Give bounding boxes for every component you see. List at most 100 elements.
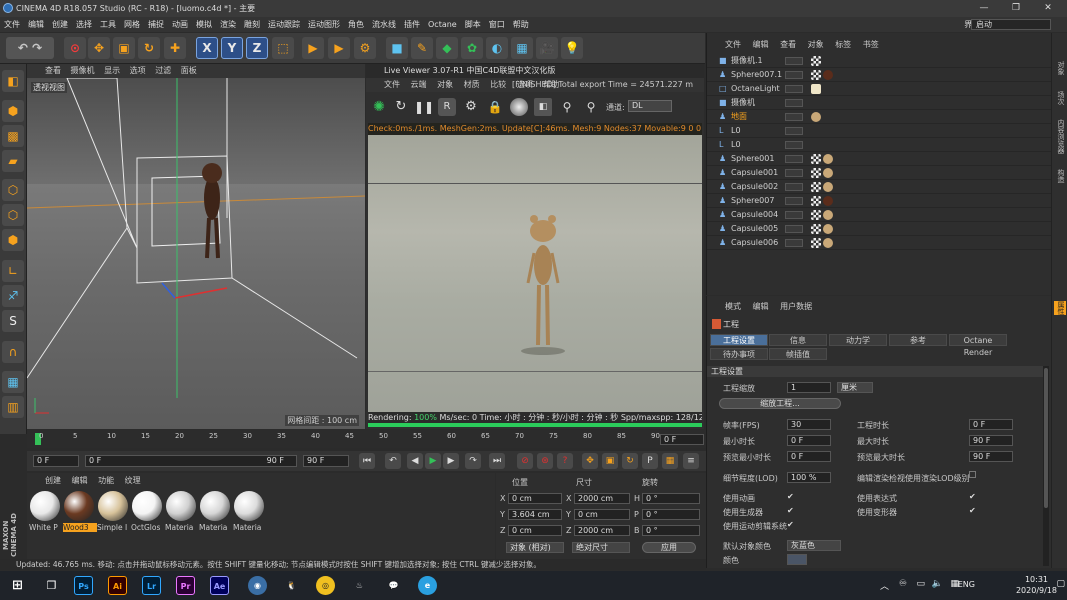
y-position-field[interactable]: 3.604 cm (508, 509, 562, 520)
vp-menu-display[interactable]: 显示 (104, 66, 120, 75)
object-row[interactable]: ■ 摄像机.1 (707, 54, 1052, 68)
om-menu-bookmarks[interactable]: 书签 (863, 40, 879, 49)
menu-plugins[interactable]: 插件 (400, 17, 424, 32)
range-slider[interactable]: 0 F 90 F (85, 455, 297, 467)
visibility-toggle[interactable] (785, 141, 803, 149)
min-time-field[interactable]: 0 F (787, 435, 831, 446)
rotate-tool-icon[interactable]: ↻ (138, 37, 160, 59)
visibility-toggle[interactable] (785, 225, 803, 233)
maximize-button[interactable]: ❐ (1001, 0, 1031, 17)
use-motion-checkbox[interactable]: ✔ (787, 520, 794, 529)
visibility-toggle[interactable] (785, 183, 803, 191)
material-swatch[interactable]: OctGlos (131, 491, 163, 535)
material-swatch[interactable]: Wood3 (63, 491, 97, 535)
tab-content-browser[interactable]: 内容浏览器 (1054, 119, 1066, 154)
add-tool-icon[interactable]: ✚ (164, 37, 186, 59)
menu-mesh[interactable]: 网格 (120, 17, 144, 32)
material-tag-icon[interactable] (823, 70, 833, 80)
menu-edit[interactable]: 编辑 (24, 17, 48, 32)
coordinate-system-icon[interactable]: ⬚ (272, 37, 294, 59)
render-settings-icon[interactable]: ⚙ (354, 37, 376, 59)
system-clock[interactable]: 10:31 2020/9/18 (1016, 574, 1057, 596)
object-row[interactable]: ■ 摄像机 (707, 96, 1052, 110)
end-frame-field[interactable]: 90 F (303, 455, 349, 467)
material-ball-icon[interactable] (510, 98, 528, 116)
magnet-icon[interactable]: ∩ (2, 341, 24, 363)
material-swatch[interactable]: Materia (199, 491, 231, 535)
pause-icon[interactable]: ❚❚ (414, 98, 434, 116)
material-tag-icon[interactable] (823, 182, 833, 192)
light-icon[interactable]: 💡 (561, 37, 583, 59)
next-key-icon[interactable]: ↷ (465, 453, 481, 469)
pen-icon[interactable]: ✎ (411, 37, 433, 59)
qq-icon[interactable]: 🐧 (282, 576, 301, 595)
material-tag-icon[interactable] (823, 168, 833, 178)
start-frame-field[interactable]: 0 F (33, 455, 79, 467)
key-pla-icon[interactable]: ▦ (662, 453, 678, 469)
apply-button[interactable]: 应用 (642, 542, 696, 553)
volume-icon[interactable]: 🔈 (932, 579, 943, 589)
timeline-menu-icon[interactable]: ≡ (683, 453, 699, 469)
settings-gear-icon[interactable]: ⚙ (462, 98, 480, 116)
y-size-field[interactable]: 0 cm (574, 509, 630, 520)
edges-mode-icon[interactable]: ⬡ (2, 204, 24, 226)
x-size-field[interactable]: 2000 cm (574, 493, 630, 504)
app-lr-icon[interactable]: Lr (142, 576, 161, 595)
menu-simulate[interactable]: 模拟 (192, 17, 216, 32)
vp-menu-options[interactable]: 选项 (130, 66, 146, 75)
color-swatch[interactable] (787, 554, 807, 565)
vp-menu-filter[interactable]: 过滤 (155, 66, 171, 75)
object-row[interactable]: ♟ Capsule004 (707, 208, 1052, 222)
x-axis-button[interactable]: X (196, 37, 218, 59)
preview-min-field[interactable]: 0 F (787, 451, 831, 462)
prev-frame-icon[interactable]: ◀ (407, 453, 423, 469)
z-axis-button[interactable]: Z (246, 37, 268, 59)
snap-icon[interactable]: S (2, 310, 24, 332)
lock-icon[interactable]: 🔒 (486, 98, 504, 116)
menu-mograph[interactable]: 运动图形 (304, 17, 344, 32)
attr-scrollbar[interactable] (1043, 366, 1049, 566)
tab-info[interactable]: 信息 (769, 334, 827, 346)
object-row[interactable]: ♟ Sphere007.1 (707, 68, 1052, 82)
visibility-toggle[interactable] (785, 197, 803, 205)
ie-browser-icon[interactable]: e (418, 576, 437, 595)
x-axis-gizmo[interactable] (174, 287, 228, 299)
object-row[interactable]: ♟ 地面 (707, 110, 1052, 124)
restart-icon[interactable]: ↻ (392, 98, 410, 116)
go-to-start-icon[interactable]: ⏮ (359, 453, 375, 469)
attr-menu-userdata[interactable]: 用户数据 (780, 302, 812, 311)
cube-icon[interactable]: ■ (386, 37, 408, 59)
subdivision-icon[interactable]: ◆ (436, 37, 458, 59)
attr-menu-mode[interactable]: 模式 (725, 302, 741, 311)
om-menu-tags[interactable]: 标签 (835, 40, 851, 49)
z-axis-gizmo[interactable] (161, 282, 176, 299)
menu-motion-tracking[interactable]: 运动跟踪 (264, 17, 304, 32)
points-mode-icon[interactable]: ⬡ (2, 179, 24, 201)
go-to-end-icon[interactable]: ⏭ (489, 453, 505, 469)
menu-pipeline[interactable]: 流水线 (368, 17, 400, 32)
render-output[interactable] (368, 135, 702, 412)
visibility-toggle[interactable] (785, 127, 803, 135)
object-row[interactable]: ♟ Capsule002 (707, 180, 1052, 194)
wechat-icon[interactable]: 💬 (384, 576, 403, 595)
cinema4d-taskbar-icon[interactable]: ◉ (248, 576, 267, 595)
menu-octane[interactable]: Octane (424, 17, 461, 32)
uvw-tag-icon[interactable] (811, 224, 821, 234)
om-menu-edit[interactable]: 编辑 (753, 40, 769, 49)
uvw-tag-icon[interactable] (811, 210, 821, 220)
notification-icon[interactable]: ▢ (1056, 579, 1065, 589)
menu-character[interactable]: 角色 (344, 17, 368, 32)
lod-render-checkbox[interactable] (969, 471, 976, 478)
tab-takes[interactable]: 场次 (1054, 91, 1066, 105)
tab-octane-render[interactable]: Octane Render (949, 334, 1007, 357)
region-render-icon[interactable]: R (438, 98, 456, 116)
minimize-button[interactable]: — (969, 0, 999, 17)
z-position-field[interactable]: 0 cm (508, 525, 562, 536)
lod-field[interactable]: 100 % (787, 472, 831, 483)
object-row[interactable]: ♟ Sphere001 (707, 152, 1052, 166)
pick-material-icon[interactable]: ⚲ (582, 98, 600, 116)
steam-icon[interactable]: ♨ (350, 576, 369, 595)
browser-icon[interactable]: ◎ (316, 576, 335, 595)
visibility-toggle[interactable] (785, 239, 803, 247)
visibility-toggle[interactable] (785, 113, 803, 121)
